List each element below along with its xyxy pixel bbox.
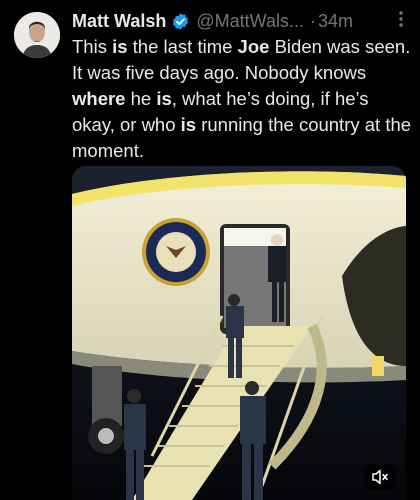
tweet-text-bold: is (156, 88, 172, 109)
tweet-text-bold: is (180, 114, 197, 135)
video-frame (72, 166, 406, 500)
tweet-text-bold: where (72, 88, 126, 109)
tweet-video[interactable] (72, 166, 406, 500)
muted-speaker-icon (372, 469, 388, 485)
tweet-text-segment: he (125, 88, 157, 109)
more-icon[interactable] (392, 10, 410, 32)
tweet-text-bold: Joe (237, 36, 270, 57)
separator-dot: · (309, 10, 316, 31)
tweet-text: This is the last time Joe Biden was seen… (72, 34, 412, 164)
tweet-text-bold: is (112, 36, 128, 57)
tweet-timestamp[interactable]: 34m (318, 11, 353, 32)
verified-badge-icon (171, 12, 190, 31)
author-avatar[interactable] (14, 12, 60, 58)
tweet-text-segment: This (72, 36, 113, 57)
tweet-text-segment: the last time (127, 36, 238, 57)
mute-button[interactable] (364, 464, 396, 490)
avatar-image (14, 12, 60, 58)
author-name[interactable]: Matt Walsh (72, 11, 166, 32)
author-handle[interactable]: @MattWals... (196, 11, 304, 32)
tweet-header: Matt Walsh @MattWals... · 34m (72, 10, 410, 32)
